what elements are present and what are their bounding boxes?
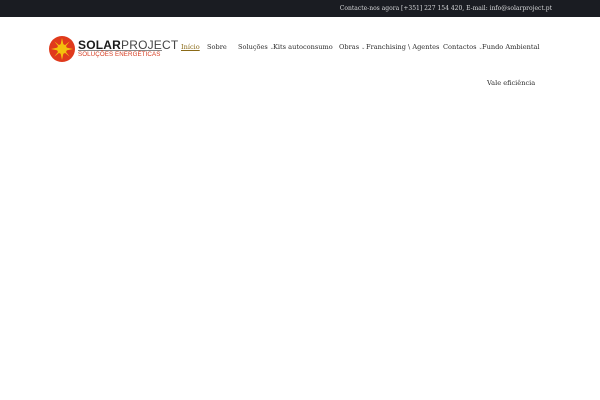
nav-item-franchising[interactable]: Franchising \ Agentes (366, 43, 439, 51)
site-logo[interactable]: SOLARPROJECT SOLUÇÕES ENERGÉTICAS (48, 35, 178, 65)
top-contact-bar: Contacte-nos agora [+351] 227 154 420, E… (0, 0, 600, 17)
nav-item-fundo-ambiental[interactable]: Fundo Ambiental (482, 43, 540, 51)
chevron-down-icon: ⌄ (361, 45, 366, 51)
nav-item-obras[interactable]: Obras ⌄ (339, 43, 365, 51)
sun-logo-icon (49, 36, 75, 62)
contact-info: Contacte-nos agora [+351] 227 154 420, E… (339, 5, 552, 12)
nav-item-inicio[interactable]: Início (181, 43, 200, 51)
nav-item-vale-eficiencia[interactable]: Vale eficiência (487, 79, 535, 87)
nav-item-sobre[interactable]: Sobre (207, 43, 227, 51)
nav-item-contactos[interactable]: Contactos ⌄ (443, 43, 483, 51)
nav-item-solucoes[interactable]: Soluções ⌄ (238, 43, 274, 51)
nav-item-solucoes-label: Soluções (238, 43, 268, 51)
nav-item-obras-label: Obras (339, 43, 360, 51)
nav-item-kits-autoconsumo[interactable]: Kits autoconsumo (273, 43, 333, 51)
nav-item-contactos-label: Contactos (443, 43, 477, 51)
brand-tagline: SOLUÇÕES ENERGÉTICAS (78, 51, 161, 58)
